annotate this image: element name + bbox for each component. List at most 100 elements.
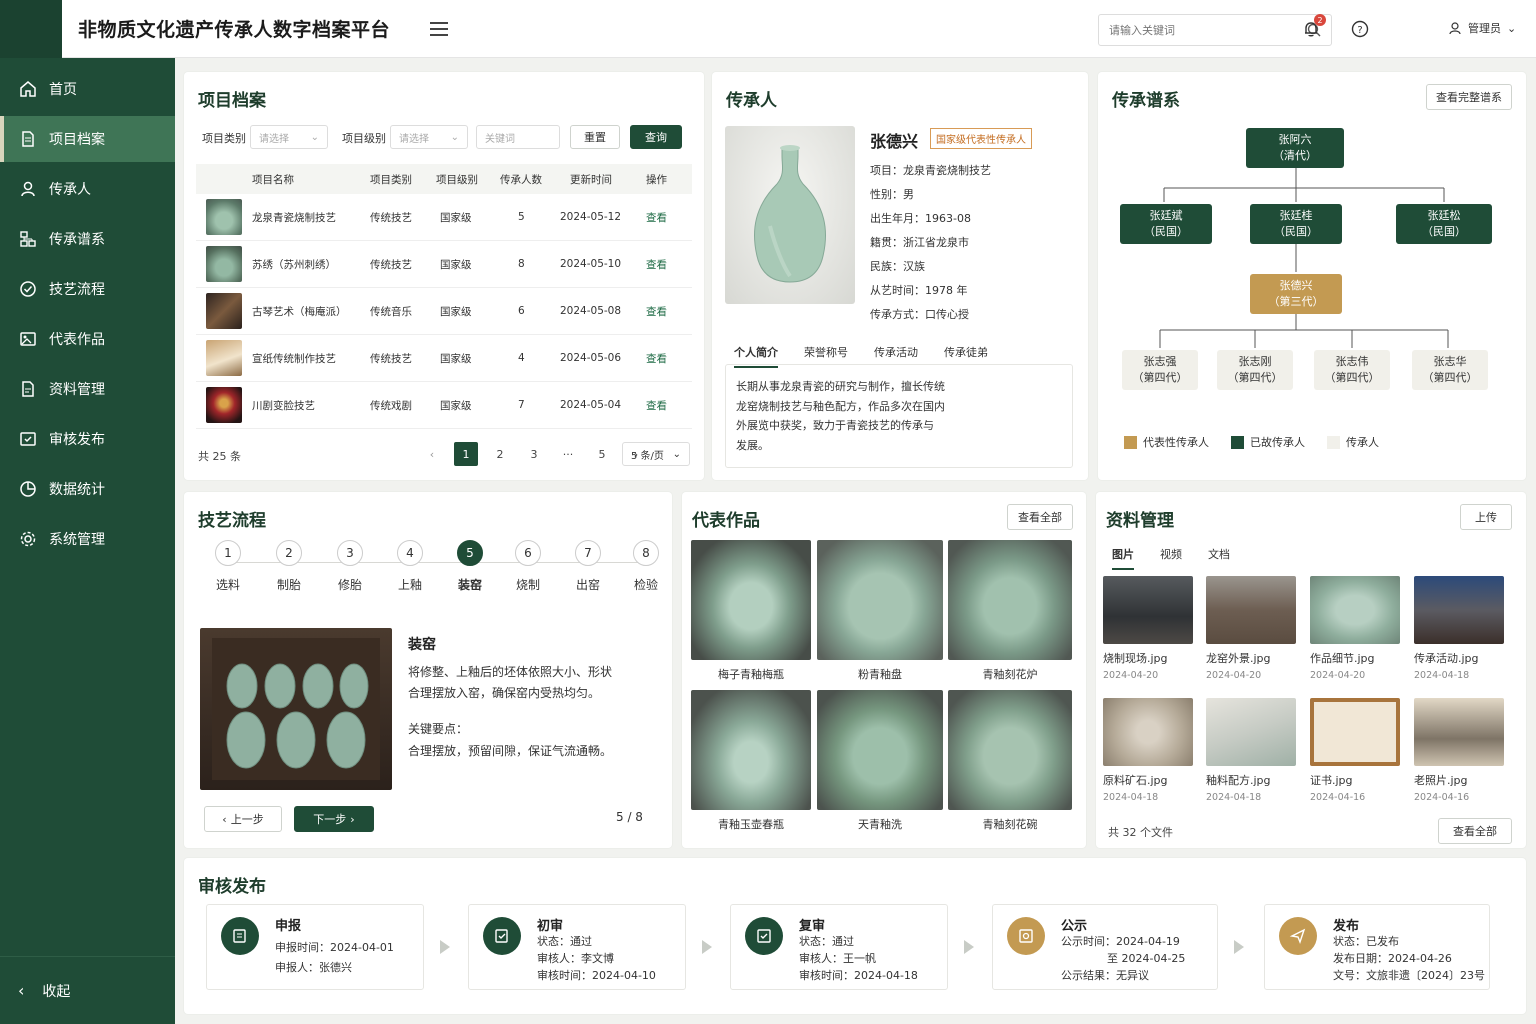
prev-page-button[interactable]: ‹ xyxy=(420,442,444,466)
file-thumbnail xyxy=(1206,576,1296,644)
step-progress: 5 / 8 xyxy=(616,810,643,824)
collapse-button[interactable]: ‹ 收起 xyxy=(0,956,175,1024)
view-link[interactable]: 查看 xyxy=(646,351,667,366)
tab-images[interactable]: 图片 xyxy=(1112,546,1134,570)
sidebar-item-works[interactable]: 代表作品 xyxy=(0,316,175,362)
work-caption: 梅子青釉梅瓶 xyxy=(718,668,784,681)
panel-title: 代表作品 xyxy=(692,511,760,531)
table-row[interactable]: 苏绣（苏州刺绣） 传统技艺 国家级 8 2024-05-10 查看 xyxy=(196,241,692,288)
process-step[interactable]: 8 检验 xyxy=(626,540,666,593)
process-step[interactable]: 1 选料 xyxy=(208,540,248,593)
work-item[interactable]: 青釉玉壶春瓶 xyxy=(691,690,811,832)
file-name: 原料矿石.jpg xyxy=(1103,774,1168,787)
audit-step[interactable]: 复审 状态：通过 审核人：王一帆 审核时间：2024-04-18 xyxy=(730,904,948,990)
view-link[interactable]: 查看 xyxy=(646,398,667,413)
lineage-node[interactable]: 张志强 （第四代） xyxy=(1122,350,1198,390)
upload-button[interactable]: 上传 xyxy=(1460,504,1512,530)
info-ethnicity: 民族：汉族 xyxy=(870,260,925,273)
sidebar-item-files[interactable]: 资料管理 xyxy=(0,366,175,412)
legend-swatch xyxy=(1231,435,1244,449)
table-row[interactable]: 古琴艺术（梅庵派） 传统音乐 国家级 6 2024-05-08 查看 xyxy=(196,288,692,335)
prev-step-button[interactable]: ‹ 上一步 xyxy=(204,806,282,832)
file-item[interactable]: 作品细节.jpg 2024-04-20 xyxy=(1310,576,1400,681)
cell-type: 传统音乐 xyxy=(370,305,412,318)
process-step[interactable]: 7 出窑 xyxy=(568,540,608,593)
user-menu[interactable]: 管理员 ⌄ xyxy=(1448,20,1516,36)
view-link[interactable]: 查看 xyxy=(646,210,667,225)
file-item[interactable]: 釉料配方.jpg 2024-04-18 xyxy=(1206,698,1296,803)
lineage-node[interactable]: 张志华 （第四代） xyxy=(1412,350,1488,390)
sidebar-item-process[interactable]: 技艺流程 xyxy=(0,266,175,312)
sidebar-item-projects[interactable]: 项目档案 xyxy=(0,116,175,162)
process-step-current[interactable]: 5 装窑 xyxy=(450,540,490,593)
view-link[interactable]: 查看 xyxy=(646,257,667,272)
process-step[interactable]: 6 烧制 xyxy=(508,540,548,593)
sidebar-item-stats[interactable]: 数据统计 xyxy=(0,466,175,512)
process-step[interactable]: 3 修胎 xyxy=(330,540,370,593)
lineage-node[interactable]: 张志伟 （第四代） xyxy=(1314,350,1390,390)
sidebar-item-home[interactable]: 首页 xyxy=(0,66,175,112)
notification-button[interactable]: 2 xyxy=(1300,14,1326,40)
page-button[interactable]: 2 xyxy=(488,442,512,466)
audit-step[interactable]: 申报 申报时间：2024-04-01 申报人：张德兴 xyxy=(206,904,424,990)
gear-icon xyxy=(18,529,38,549)
process-step[interactable]: 2 制胎 xyxy=(269,540,309,593)
view-lineage-button[interactable]: 查看完整谱系 xyxy=(1426,84,1512,110)
next-step-button[interactable]: 下一步 › xyxy=(294,806,374,832)
sidebar-item-audit[interactable]: 审核发布 xyxy=(0,416,175,462)
help-button[interactable]: ? xyxy=(1349,18,1371,40)
work-item[interactable]: 青釉刻花碗 xyxy=(948,690,1072,832)
lineage-node-root[interactable]: 张阿六 （清代） xyxy=(1246,128,1344,168)
keyword-input[interactable]: 关键词 xyxy=(476,125,560,149)
tab-documents[interactable]: 文档 xyxy=(1208,546,1230,570)
page-size-select[interactable]: 5 条/页 ⌄ xyxy=(622,442,690,466)
sidebar-item-system[interactable]: 系统管理 xyxy=(0,516,175,562)
table-row[interactable]: 龙泉青瓷烧制技艺 传统技艺 国家级 5 2024-05-12 查看 xyxy=(196,194,692,241)
work-item[interactable]: 天青釉洗 xyxy=(817,690,943,832)
search-input[interactable] xyxy=(1109,23,1289,37)
file-name: 烧制现场.jpg xyxy=(1103,652,1168,665)
level-select[interactable]: 请选择 ⌄ xyxy=(390,125,468,149)
view-link[interactable]: 查看 xyxy=(646,304,667,319)
file-name: 证书.jpg xyxy=(1310,774,1353,787)
query-button[interactable]: 查询 xyxy=(630,125,682,149)
tab-videos[interactable]: 视频 xyxy=(1160,546,1182,570)
audit-step[interactable]: 发布 状态：已发布 发布日期：2024-04-26 文号：文旅非遗〔2024〕2… xyxy=(1264,904,1490,990)
table-row[interactable]: 川剧变脸技艺 传统戏剧 国家级 7 2024-05-04 查看 xyxy=(196,382,692,429)
table-row[interactable]: 宣纸传统制作技艺 传统技艺 国家级 4 2024-05-06 查看 xyxy=(196,335,692,382)
work-item[interactable]: 粉青釉盘 xyxy=(817,540,943,682)
page-button[interactable]: 3 xyxy=(522,442,546,466)
cell-date: 2024-05-12 xyxy=(560,211,622,223)
process-step[interactable]: 4 上釉 xyxy=(390,540,430,593)
lineage-node[interactable]: 张廷桂 （民国） xyxy=(1250,204,1342,244)
audit-step[interactable]: 公示 公示时间：2024-04-19 至 2024-04-25 公示结果：无异议 xyxy=(992,904,1218,990)
lineage-node[interactable]: 张志刚 （第四代） xyxy=(1217,350,1293,390)
file-item[interactable]: 原料矿石.jpg 2024-04-18 xyxy=(1103,698,1193,803)
file-item[interactable]: 传承活动.jpg 2024-04-18 xyxy=(1414,576,1504,681)
audit-step[interactable]: 初审 状态：通过 审核人：李文博 审核时间：2024-04-10 xyxy=(468,904,686,990)
cell-name: 古琴艺术（梅庵派） xyxy=(252,305,347,318)
menu-toggle-icon[interactable] xyxy=(430,21,449,36)
sidebar-item-inheritor[interactable]: 传承人 xyxy=(0,166,175,212)
view-all-files-button[interactable]: 查看全部 xyxy=(1438,818,1512,844)
lineage-node-current[interactable]: 张德兴 （第三代） xyxy=(1250,274,1342,314)
publish-icon xyxy=(1279,917,1317,955)
lineage-node[interactable]: 张廷斌 （民国） xyxy=(1120,204,1212,244)
file-item[interactable]: 证书.jpg 2024-04-16 xyxy=(1310,698,1400,803)
sidebar-item-lineage[interactable]: 传承谱系 xyxy=(0,216,175,262)
file-item[interactable]: 烧制现场.jpg 2024-04-20 xyxy=(1103,576,1193,681)
file-item[interactable]: 龙窑外景.jpg 2024-04-20 xyxy=(1206,576,1296,681)
file-item[interactable]: 老照片.jpg 2024-04-16 xyxy=(1414,698,1504,803)
work-item[interactable]: 梅子青釉梅瓶 xyxy=(691,540,811,682)
view-all-works-button[interactable]: 查看全部 xyxy=(1007,504,1073,530)
page-button[interactable]: 5 xyxy=(590,442,614,466)
type-select[interactable]: 请选择 ⌄ xyxy=(250,125,328,149)
announce-icon xyxy=(1007,917,1045,955)
step-label: 烧制 xyxy=(515,578,540,592)
chevron-down-icon: ⌄ xyxy=(1507,21,1517,35)
col-header: 传承人数 xyxy=(500,173,542,186)
work-item[interactable]: 青釉刻花炉 xyxy=(948,540,1072,682)
lineage-node[interactable]: 张廷松 （民国） xyxy=(1396,204,1492,244)
reset-button[interactable]: 重置 xyxy=(570,125,620,149)
page-button[interactable]: 1 xyxy=(454,442,478,466)
